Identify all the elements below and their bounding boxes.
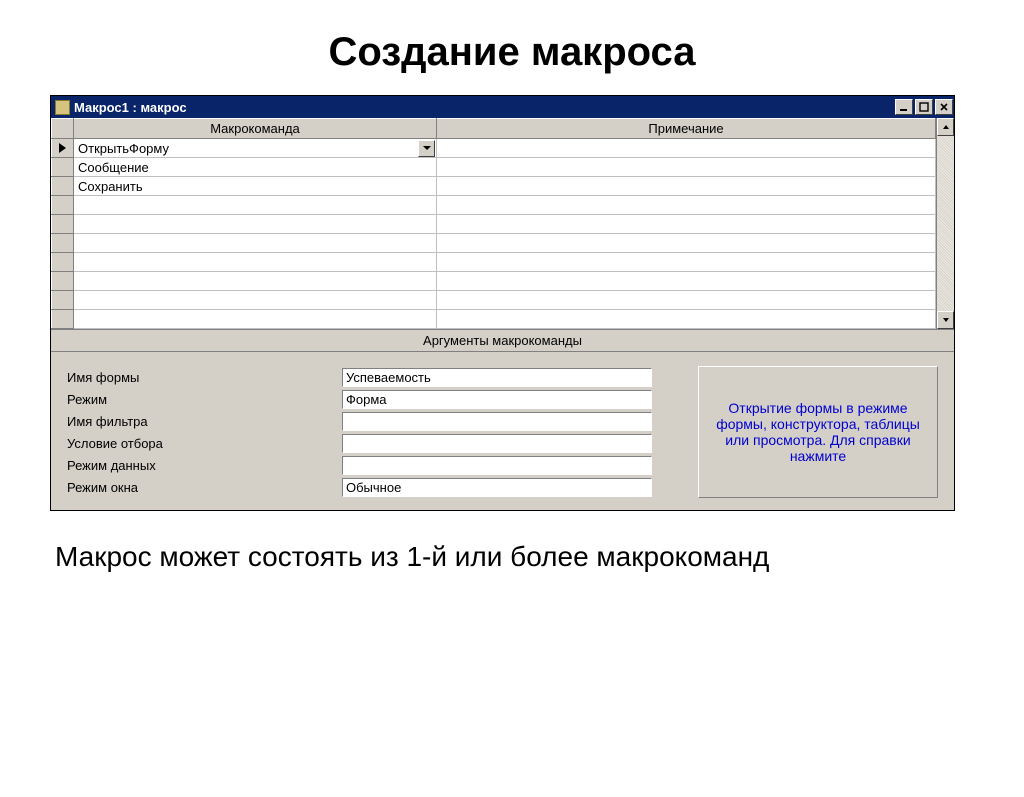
arg-label-filter-name: Имя фильтра: [67, 414, 342, 429]
arg-field-form-name[interactable]: Успеваемость: [342, 368, 652, 387]
arg-label-data-mode: Режим данных: [67, 458, 342, 473]
cell-note[interactable]: [437, 291, 936, 310]
arg-field-filter-name[interactable]: [342, 412, 652, 431]
arg-label-where: Условие отбора: [67, 436, 342, 451]
macro-grid-panel: Макрокоманда Примечание ОткрытьФорму: [51, 118, 954, 329]
col-note[interactable]: Примечание: [437, 119, 936, 139]
macro-grid[interactable]: Макрокоманда Примечание ОткрытьФорму: [51, 118, 936, 329]
scroll-up-button[interactable]: [937, 118, 954, 136]
table-row[interactable]: [52, 196, 936, 215]
titlebar: Макрос1 : макрос: [51, 96, 954, 118]
cell-note[interactable]: [437, 272, 936, 291]
cell-note[interactable]: [437, 158, 936, 177]
cell-command[interactable]: [74, 196, 437, 215]
table-row[interactable]: Сообщение: [52, 158, 936, 177]
document-icon: [55, 100, 70, 115]
table-row[interactable]: [52, 215, 936, 234]
cell-command[interactable]: ОткрытьФорму: [74, 139, 437, 158]
row-pointer-icon: [59, 143, 66, 153]
cell-note[interactable]: [437, 196, 936, 215]
cell-command[interactable]: [74, 253, 437, 272]
minimize-button[interactable]: [895, 99, 913, 115]
table-row[interactable]: [52, 234, 936, 253]
table-row[interactable]: [52, 291, 936, 310]
arg-row: Режим Форма: [67, 388, 684, 410]
table-row[interactable]: ОткрытьФорму: [52, 139, 936, 158]
chevron-down-icon: [423, 146, 431, 150]
arguments-form: Имя формы Успеваемость Режим Форма Имя ф…: [67, 366, 684, 498]
row-selector[interactable]: [52, 196, 74, 215]
dropdown-button[interactable]: [418, 140, 435, 157]
cell-command[interactable]: [74, 234, 437, 253]
arguments-panel: Имя формы Успеваемость Режим Форма Имя ф…: [51, 352, 954, 510]
arg-row: Условие отбора: [67, 432, 684, 454]
cell-command[interactable]: [74, 272, 437, 291]
scroll-track[interactable]: [937, 136, 954, 311]
col-macro-command[interactable]: Макрокоманда: [74, 119, 437, 139]
row-selector[interactable]: [52, 139, 74, 158]
cell-note[interactable]: [437, 234, 936, 253]
maximize-button[interactable]: [915, 99, 933, 115]
table-row[interactable]: Сохранить: [52, 177, 936, 196]
help-box: Открытие формы в режиме формы, конструкт…: [698, 366, 938, 498]
cell-command[interactable]: Сообщение: [74, 158, 437, 177]
scroll-down-button[interactable]: [937, 311, 954, 329]
arg-label-form-name: Имя формы: [67, 370, 342, 385]
arg-field-window-mode[interactable]: Обычное: [342, 478, 652, 497]
arg-row: Режим окна Обычное: [67, 476, 684, 498]
cell-note[interactable]: [437, 139, 936, 158]
arg-row: Имя формы Успеваемость: [67, 366, 684, 388]
table-row[interactable]: [52, 310, 936, 329]
grid-corner: [52, 119, 74, 139]
arg-row: Имя фильтра: [67, 410, 684, 432]
vertical-scrollbar[interactable]: [936, 118, 954, 329]
arg-row: Режим данных: [67, 454, 684, 476]
arg-label-window-mode: Режим окна: [67, 480, 342, 495]
cell-note[interactable]: [437, 215, 936, 234]
row-selector[interactable]: [52, 272, 74, 291]
arguments-title: Аргументы макрокоманды: [51, 329, 954, 352]
macro-designer-window: Макрос1 : макрос Макрокоманда Примечание: [50, 95, 955, 511]
row-selector[interactable]: [52, 291, 74, 310]
arg-field-where[interactable]: [342, 434, 652, 453]
arg-field-data-mode[interactable]: [342, 456, 652, 475]
cell-command-text: ОткрытьФорму: [78, 141, 418, 156]
row-selector[interactable]: [52, 158, 74, 177]
cell-command[interactable]: Сохранить: [74, 177, 437, 196]
cell-command[interactable]: [74, 291, 437, 310]
table-row[interactable]: [52, 253, 936, 272]
row-selector[interactable]: [52, 177, 74, 196]
row-selector[interactable]: [52, 310, 74, 329]
row-selector[interactable]: [52, 253, 74, 272]
arg-label-mode: Режим: [67, 392, 342, 407]
table-row[interactable]: [52, 272, 936, 291]
page-title: Создание макроса: [0, 30, 1024, 75]
cell-command[interactable]: [74, 215, 437, 234]
cell-note[interactable]: [437, 310, 936, 329]
window-title: Макрос1 : макрос: [74, 100, 894, 115]
caption: Макрос может состоять из 1-й или более м…: [55, 541, 969, 573]
close-button[interactable]: [935, 99, 953, 115]
arg-field-mode[interactable]: Форма: [342, 390, 652, 409]
row-selector[interactable]: [52, 215, 74, 234]
row-selector[interactable]: [52, 234, 74, 253]
cell-note[interactable]: [437, 177, 936, 196]
cell-command[interactable]: [74, 310, 437, 329]
cell-note[interactable]: [437, 253, 936, 272]
